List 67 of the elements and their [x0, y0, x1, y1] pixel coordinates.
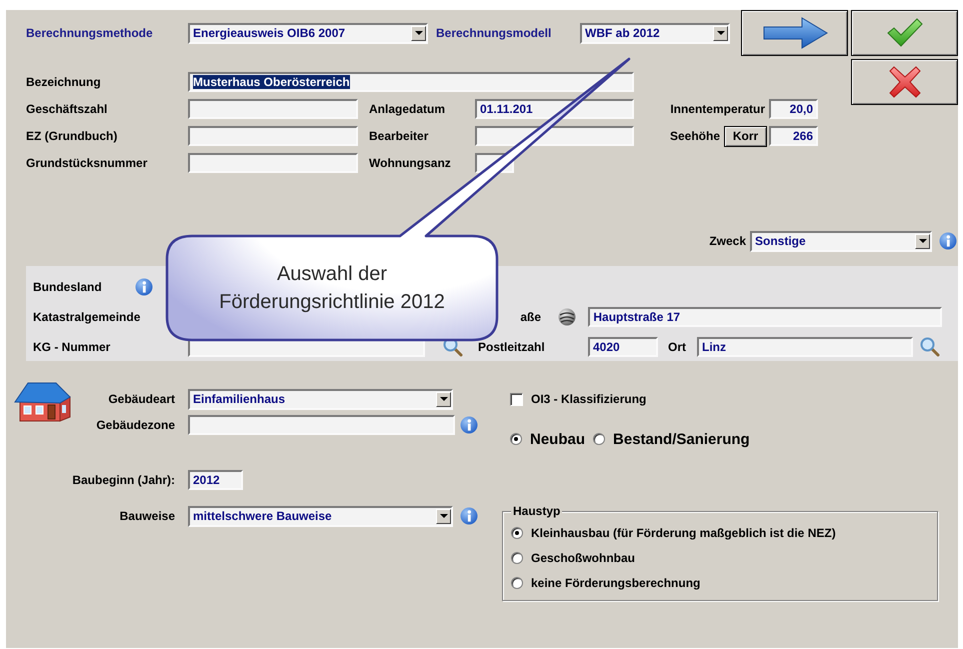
dropdown[interactable]: WBF ab 2012 — [580, 22, 730, 44]
field-label: Seehöhe — [668, 129, 720, 143]
field-label: Postleitzahl — [478, 340, 546, 354]
radio-label: Bestand/Sanierung — [613, 430, 750, 448]
field-label: Zweck — [709, 234, 746, 248]
text-field[interactable] — [475, 126, 634, 146]
field-label: OI3 - Klassifizierung — [531, 392, 646, 406]
field-label: Bundesland — [33, 280, 103, 294]
field-label: Katastralgemeinde — [33, 310, 140, 324]
globe-icon[interactable] — [558, 308, 576, 326]
text-field[interactable]: Linz — [697, 337, 913, 357]
field-label: Gebäudezone — [95, 418, 175, 432]
field-label: Innentemperatur — [669, 102, 765, 116]
cancel-button[interactable] — [851, 59, 958, 105]
radio-label: Neubau — [530, 430, 586, 448]
field-label: Anlagedatum — [369, 102, 446, 116]
text-field[interactable] — [188, 153, 358, 173]
info-icon[interactable] — [135, 278, 153, 296]
field-label: Gebäudeart — [107, 392, 175, 406]
text-field[interactable] — [188, 415, 455, 435]
dropdown[interactable]: mittelschwere Bauweise — [188, 506, 453, 526]
dropdown[interactable]: Energieausweis OIB6 2007 — [188, 22, 428, 44]
close-icon — [888, 66, 920, 98]
field-label: KG - Nummer — [33, 340, 112, 354]
radio-button[interactable] — [511, 552, 523, 564]
field-label: EZ (Grundbuch) — [26, 129, 118, 143]
field-label: Geschäftszahl — [26, 102, 108, 116]
text-field[interactable]: Hauptstraße 17 — [588, 307, 942, 327]
info-icon[interactable] — [460, 416, 478, 434]
korr-button[interactable]: Korr — [724, 126, 767, 146]
radio-button[interactable] — [511, 576, 523, 588]
field-label: Bezeichnung — [26, 75, 102, 89]
checkmark-icon — [886, 18, 922, 48]
text-field[interactable]: 20,0 — [769, 99, 818, 119]
radio-label: keine Förderungsberechnung — [531, 576, 700, 590]
radio-label: Kleinhausbau (für Förderung maßgeblich ist die NEZ) — [531, 526, 836, 540]
radio-button[interactable] — [511, 526, 523, 538]
group-title: Haustyp — [511, 504, 562, 518]
info-icon[interactable] — [939, 232, 957, 250]
text-field[interactable] — [188, 99, 358, 119]
next-button[interactable] — [741, 10, 848, 56]
text-field[interactable]: 01.11.201 — [475, 99, 634, 119]
text-field[interactable] — [188, 126, 358, 146]
field-label: Berechnungsmethode — [26, 26, 154, 40]
text-field[interactable]: Musterhaus Oberösterreich — [188, 72, 634, 92]
text-field[interactable]: 4020 — [588, 337, 658, 357]
field-label: Berechnungsmodell — [436, 26, 552, 40]
field-label: aße — [520, 310, 542, 324]
ok-button[interactable] — [851, 10, 958, 56]
search-icon[interactable] — [920, 337, 940, 357]
field-label: Grundstücksnummer — [26, 156, 148, 170]
field-label: Bearbeiter — [369, 129, 430, 143]
field-label: Baubeginn (Jahr): — [71, 473, 175, 487]
field-label: Bauweise — [118, 509, 175, 523]
info-icon[interactable] — [460, 507, 478, 525]
field-label: Ort — [668, 340, 687, 354]
radio-button[interactable] — [510, 433, 522, 445]
arrow-right-icon — [762, 17, 828, 49]
text-field[interactable]: 2012 — [188, 470, 243, 490]
radio-label: Geschoßwohnbau — [531, 550, 636, 564]
checkbox[interactable] — [510, 392, 523, 406]
field-label: Wohnungsanz — [369, 156, 452, 170]
text-field[interactable]: 266 — [769, 126, 818, 146]
dropdown[interactable]: Sonstige — [750, 230, 932, 252]
callout-text: Auswahl der Förderungsrichtlinie 2012 — [218, 262, 446, 315]
dropdown[interactable]: Einfamilienhaus — [188, 388, 453, 410]
radio-button[interactable] — [593, 433, 606, 445]
